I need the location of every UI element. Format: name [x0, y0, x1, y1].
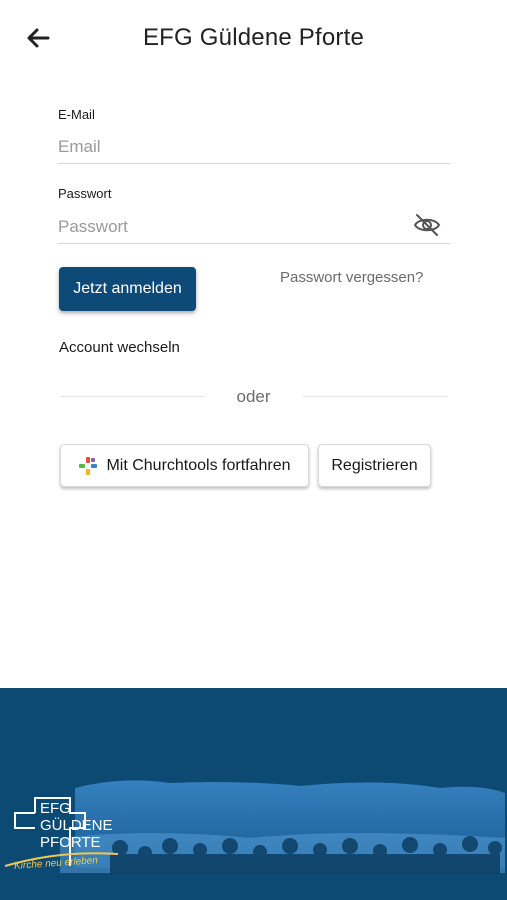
email-label: E-Mail — [58, 107, 95, 122]
divider-text: oder — [236, 387, 271, 406]
login-button[interactable]: Jetzt anmelden — [59, 267, 196, 311]
logo-text-line3: PFORTE — [40, 834, 101, 851]
churchtools-button[interactable]: Mit Churchtools fortfahren — [60, 444, 309, 487]
password-input[interactable] — [58, 211, 450, 244]
logo-text-line2: GÜLDENE — [40, 817, 113, 834]
page-title: EFG Güldene Pforte — [142, 24, 365, 51]
divider-line-right — [303, 396, 448, 397]
password-label: Passwort — [58, 186, 112, 201]
eye-off-icon — [413, 214, 441, 236]
churchtools-button-label: Mit Churchtools fortfahren — [106, 456, 291, 474]
toggle-password-visibility[interactable] — [412, 211, 442, 239]
logo-text-line1: EFG — [40, 800, 71, 817]
switch-account-link[interactable]: Account wechseln — [59, 339, 180, 356]
footer-banner: EFG GÜLDENE PFORTE Kirche neu erleben — [0, 688, 507, 900]
forgot-password-link[interactable]: Passwort vergessen? — [280, 269, 423, 286]
email-input[interactable] — [58, 131, 450, 164]
register-button[interactable]: Registrieren — [318, 444, 431, 487]
churchtools-logo-icon — [79, 456, 98, 475]
crowd-image — [4, 780, 505, 874]
